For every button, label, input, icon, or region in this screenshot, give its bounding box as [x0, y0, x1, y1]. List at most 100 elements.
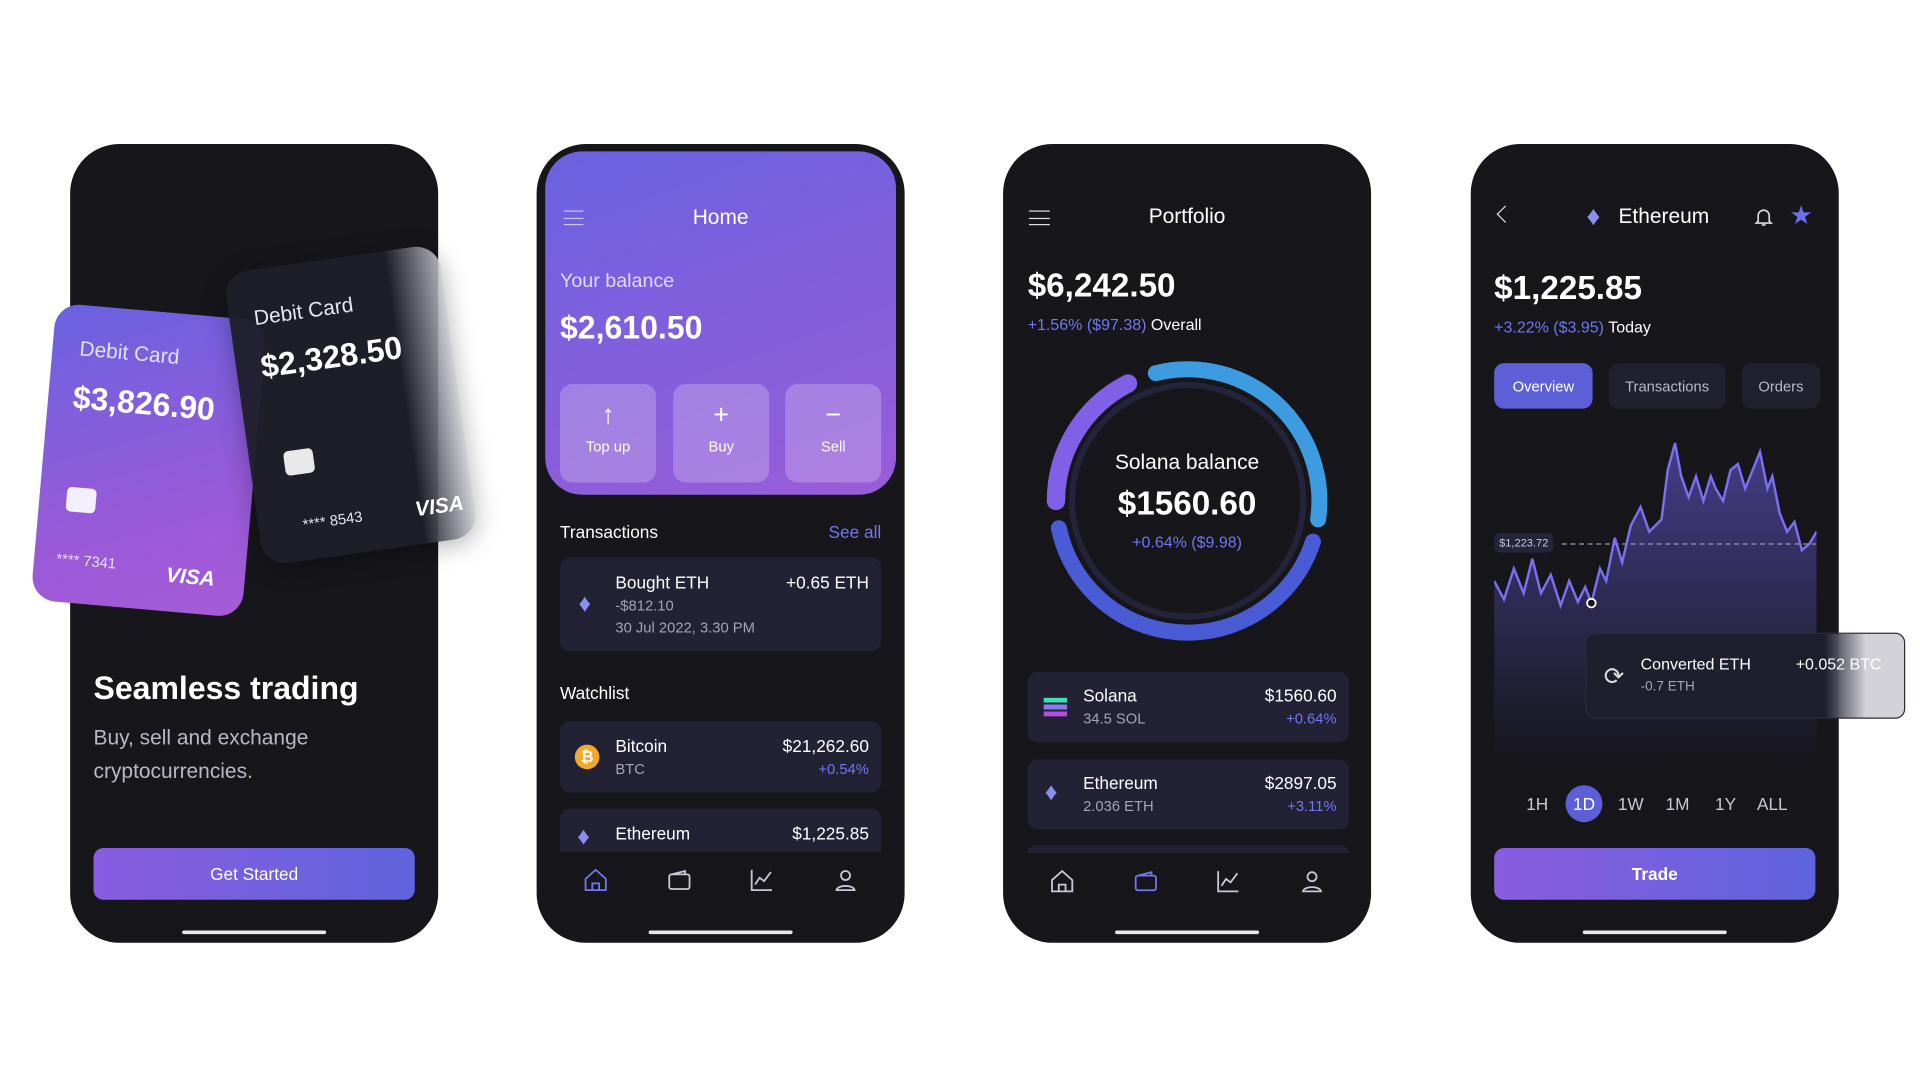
card-label: Debit Card: [78, 336, 181, 369]
ethereum-icon: ♦: [578, 590, 592, 618]
ring-value: $1560.60: [1117, 484, 1257, 522]
conversion-tooltip: ⟳ Converted ETH -0.7 ETH +0.052 BTC: [1585, 632, 1906, 719]
asset-value: $1560.60: [1264, 685, 1337, 706]
get-started-button[interactable]: Get Started: [93, 848, 415, 900]
transactions-heading: Transactions: [560, 521, 659, 542]
profile-icon[interactable]: [1299, 868, 1326, 895]
minus-icon: −: [825, 398, 842, 430]
onboarding-title: Seamless trading: [93, 669, 359, 707]
asset-amount: 34.5 SOL: [1083, 710, 1146, 728]
chart-icon[interactable]: [1215, 868, 1242, 895]
plus-icon: +: [713, 398, 730, 430]
bottom-nav: [537, 866, 905, 893]
tab-overview[interactable]: Overview: [1494, 363, 1593, 409]
timeframe-1w[interactable]: 1W: [1612, 785, 1649, 822]
wallet-icon[interactable]: [1132, 868, 1159, 895]
asset-change: +0.64%: [1286, 710, 1337, 728]
coin-price: $1,225.85: [792, 823, 869, 844]
portfolio-screen: Portfolio $6,242.50 +1.56% ($97.38) Over…: [1003, 144, 1372, 943]
arrow-up-icon: ↑: [601, 398, 615, 430]
coin-change: +0.54%: [818, 760, 869, 778]
transaction-change: +0.65 ETH: [786, 572, 869, 593]
bell-icon[interactable]: [1753, 206, 1775, 228]
portfolio-change-row: +1.56% ($97.38) Overall: [1028, 315, 1202, 333]
profile-icon[interactable]: [832, 866, 859, 893]
portfolio-change: +1.56% ($97.38): [1027, 315, 1147, 334]
asset-value: $2897.05: [1264, 772, 1337, 793]
card-number: **** 7341: [55, 549, 117, 573]
back-icon[interactable]: [1496, 205, 1514, 223]
ethereum-icon: ♦: [1586, 200, 1601, 232]
tab-orders[interactable]: Orders: [1741, 363, 1821, 409]
home-indicator: [182, 930, 327, 935]
home-indicator: [648, 930, 793, 935]
home-screen: Home Your balance $2,610.50 ↑ Top up + Buy…: [536, 144, 905, 943]
home-indicator: [1582, 930, 1727, 935]
asset-amount: 2.036 ETH: [1083, 797, 1154, 815]
solana-icon: [1043, 697, 1068, 717]
tooltip-value: +0.052 BTC: [1795, 654, 1882, 674]
timeframe-all[interactable]: ALL: [1754, 785, 1791, 822]
wallet-icon[interactable]: [665, 866, 692, 893]
coin-price: $1,225.85: [1494, 269, 1643, 307]
top-up-label: Top up: [585, 438, 631, 456]
portfolio-total: $6,242.50: [1027, 267, 1176, 305]
debit-card-front: Debit Card $3,826.90 **** 7341 VISA: [30, 302, 268, 618]
coin-name: Bitcoin: [615, 736, 668, 756]
convert-icon: ⟳: [1603, 663, 1625, 691]
star-icon[interactable]: ★: [1790, 201, 1813, 232]
home-icon[interactable]: [1048, 868, 1075, 895]
buy-button[interactable]: + Buy: [673, 384, 770, 483]
balance-amount: $2,610.50: [560, 308, 703, 346]
ethereum-icon: ♦: [577, 823, 590, 851]
transaction-item[interactable]: ♦ Bought ETH -$812.10 30 Jul 2022, 3.30 …: [560, 557, 882, 652]
card-amount: $2,328.50: [258, 328, 405, 385]
card-number: **** 8543: [301, 507, 364, 534]
timeframe-1m[interactable]: 1M: [1659, 785, 1696, 822]
transaction-date: 30 Jul 2022, 3.30 PM: [615, 619, 755, 637]
timeframe-1y[interactable]: 1Y: [1707, 785, 1744, 822]
transaction-title: Bought ETH: [615, 572, 710, 593]
home-indicator: [1115, 930, 1260, 935]
sell-button[interactable]: − Sell: [785, 384, 882, 483]
timeframe-1d[interactable]: 1D: [1565, 785, 1603, 823]
tooltip-sub: -0.7 ETH: [1640, 679, 1695, 695]
asset-name: Solana: [1083, 685, 1137, 706]
watchlist-item-ethereum[interactable]: ♦ Ethereum $1,225.85: [560, 808, 882, 852]
ring-label: Solana balance: [1114, 450, 1260, 474]
coin-change-suffix: Today: [1608, 317, 1651, 337]
chip-icon: [282, 447, 316, 477]
balance-label: Your balance: [560, 270, 675, 292]
asset-name: Ethereum: [1083, 772, 1158, 793]
coin-change-row: +3.22% ($3.95) Today: [1494, 318, 1651, 336]
coin-symbol: BTC: [615, 760, 645, 778]
coin-price: $21,262.60: [782, 736, 869, 756]
asset-item-solana[interactable]: Solana 34.5 SOL $1560.60 +0.64%: [1027, 672, 1349, 743]
transaction-amount: -$812.10: [615, 596, 674, 615]
page-title: Home: [692, 205, 749, 229]
home-icon[interactable]: [582, 866, 609, 893]
see-all-link[interactable]: See all: [829, 522, 882, 542]
watchlist-item-bitcoin[interactable]: ₿ Bitcoin BTC $21,262.60 +0.54%: [560, 721, 882, 793]
timeframe-1h[interactable]: 1H: [1519, 785, 1556, 822]
portfolio-change-suffix: Overall: [1150, 315, 1202, 334]
top-up-button[interactable]: ↑ Top up: [560, 384, 657, 483]
tab-transactions[interactable]: Transactions: [1608, 363, 1726, 409]
chart-icon[interactable]: [749, 866, 776, 893]
card-label: Debit Card: [252, 292, 355, 331]
onboarding-screen: Debit Card $3,826.90 **** 7341 VISA Debi…: [30, 144, 479, 943]
ring-change: +0.64% ($9.98): [1132, 532, 1243, 552]
visa-logo: VISA: [165, 563, 216, 591]
chart-point[interactable]: [1586, 597, 1597, 609]
trade-button[interactable]: Trade: [1494, 848, 1816, 900]
bottom-nav: [1003, 868, 1371, 895]
debit-card-back: Debit Card $2,328.50 **** 8543 VISA: [222, 243, 479, 567]
asset-item-ethereum[interactable]: ♦ Ethereum 2.036 ETH $2897.05 +3.11%: [1027, 759, 1349, 830]
chip-icon: [65, 486, 97, 514]
tooltip-title: Converted ETH: [1640, 654, 1751, 674]
card-amount: $3,826.90: [71, 378, 217, 428]
asset-item-partial[interactable]: [1027, 845, 1349, 853]
buy-label: Buy: [708, 438, 734, 456]
coin-name: Ethereum: [615, 823, 691, 844]
ethereum-icon: ♦: [1044, 779, 1058, 807]
